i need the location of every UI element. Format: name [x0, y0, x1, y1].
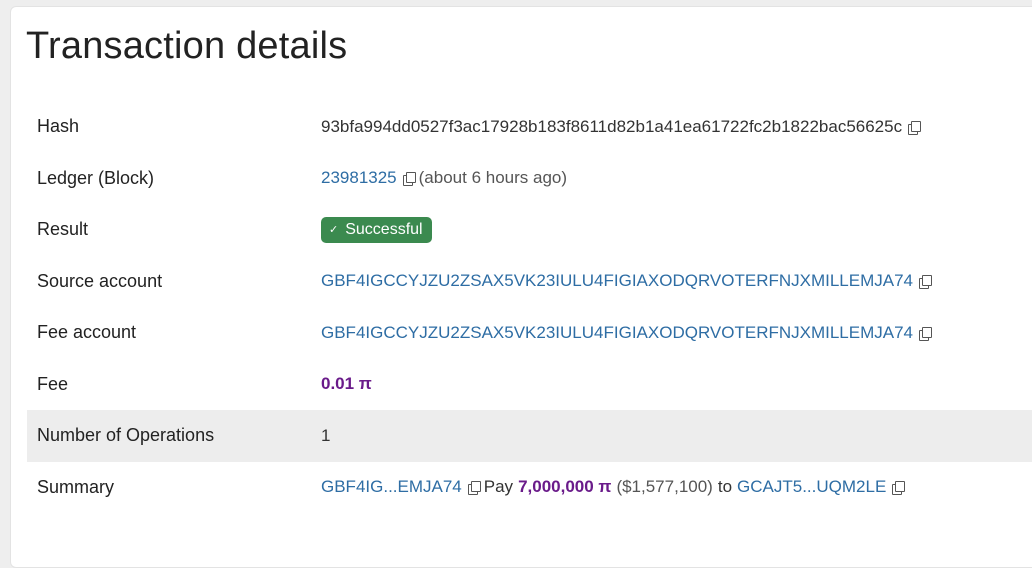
fee-account-link[interactable]: GBF4IGCCYJZU2ZSAX5VK23IULU4FIGIAXODQRVOT… [321, 323, 913, 343]
row-ledger: Ledger (Block) 23981325 (about 6 hours a… [27, 153, 1032, 205]
hash-value: 93bfa994dd0527f3ac17928b183f8611d82b1a41… [321, 116, 903, 136]
operations-value-group: 1 [321, 426, 330, 446]
summary-amount: 7,000,000 π [518, 477, 612, 497]
copy-icon[interactable] [892, 481, 906, 496]
checkmark-icon: ✓ [329, 224, 339, 237]
summary-to-word: to [717, 477, 733, 497]
copy-icon[interactable] [919, 275, 933, 290]
row-source-account: Source account GBF4IGCCYJZU2ZSAX5VK23IUL… [27, 256, 1032, 308]
hash-value-group: 93bfa994dd0527f3ac17928b183f8611d82b1a41… [321, 117, 924, 137]
copy-icon[interactable] [919, 326, 933, 341]
page-title: Transaction details [26, 25, 348, 67]
fee-account-label: Fee account [37, 322, 137, 343]
summary-from-link[interactable]: GBF4IG...EMJA74 [321, 477, 462, 497]
row-hash: Hash 93bfa994dd0527f3ac17928b183f8611d82… [27, 101, 1032, 153]
summary-to-link[interactable]: GCAJT5...UQM2LE [737, 477, 886, 497]
summary-usd: ($1,577,100) [616, 477, 713, 497]
copy-icon[interactable] [402, 172, 416, 187]
fee-account-group: GBF4IGCCYJZU2ZSAX5VK23IULU4FIGIAXODQRVOT… [321, 323, 935, 343]
row-operations: Number of Operations 1 [27, 410, 1032, 462]
fee-label: Fee [37, 373, 69, 394]
ledger-value-group: 23981325 (about 6 hours ago) [321, 168, 567, 188]
fee-value: 0.01 π [321, 374, 372, 394]
summary-label: Summary [37, 476, 115, 497]
result-label: Result [37, 219, 89, 240]
status-badge-label: Successful [345, 220, 423, 238]
hash-label: Hash [37, 116, 80, 137]
row-summary: Summary GBF4IG...EMJA74 Pay 7,000,000 π … [27, 462, 1032, 514]
row-result: Result ✓ Successful [27, 204, 1032, 256]
source-account-label: Source account [37, 270, 163, 291]
fee-value-group: 0.01 π [321, 374, 372, 394]
ledger-label: Ledger (Block) [37, 167, 155, 188]
summary-action: Pay [483, 477, 514, 497]
row-fee: Fee 0.01 π [27, 359, 1032, 411]
summary-value-group: GBF4IG...EMJA74 Pay 7,000,000 π ($1,577,… [321, 477, 908, 497]
details-table: Hash 93bfa994dd0527f3ac17928b183f8611d82… [27, 101, 1032, 513]
status-badge: ✓ Successful [321, 216, 432, 243]
transaction-card: Transaction details Hash 93bfa994dd0527f… [10, 6, 1032, 568]
ledger-link[interactable]: 23981325 [321, 168, 397, 188]
source-account-group: GBF4IGCCYJZU2ZSAX5VK23IULU4FIGIAXODQRVOT… [321, 271, 935, 291]
operations-label: Number of Operations [37, 425, 215, 446]
operations-value: 1 [321, 425, 331, 445]
ledger-time-ago: (about 6 hours ago) [418, 168, 568, 188]
copy-icon[interactable] [908, 120, 922, 135]
copy-icon[interactable] [467, 481, 481, 496]
row-fee-account: Fee account GBF4IGCCYJZU2ZSAX5VK23IULU4F… [27, 307, 1032, 359]
result-value-group: ✓ Successful [321, 216, 432, 243]
source-account-link[interactable]: GBF4IGCCYJZU2ZSAX5VK23IULU4FIGIAXODQRVOT… [321, 271, 913, 291]
